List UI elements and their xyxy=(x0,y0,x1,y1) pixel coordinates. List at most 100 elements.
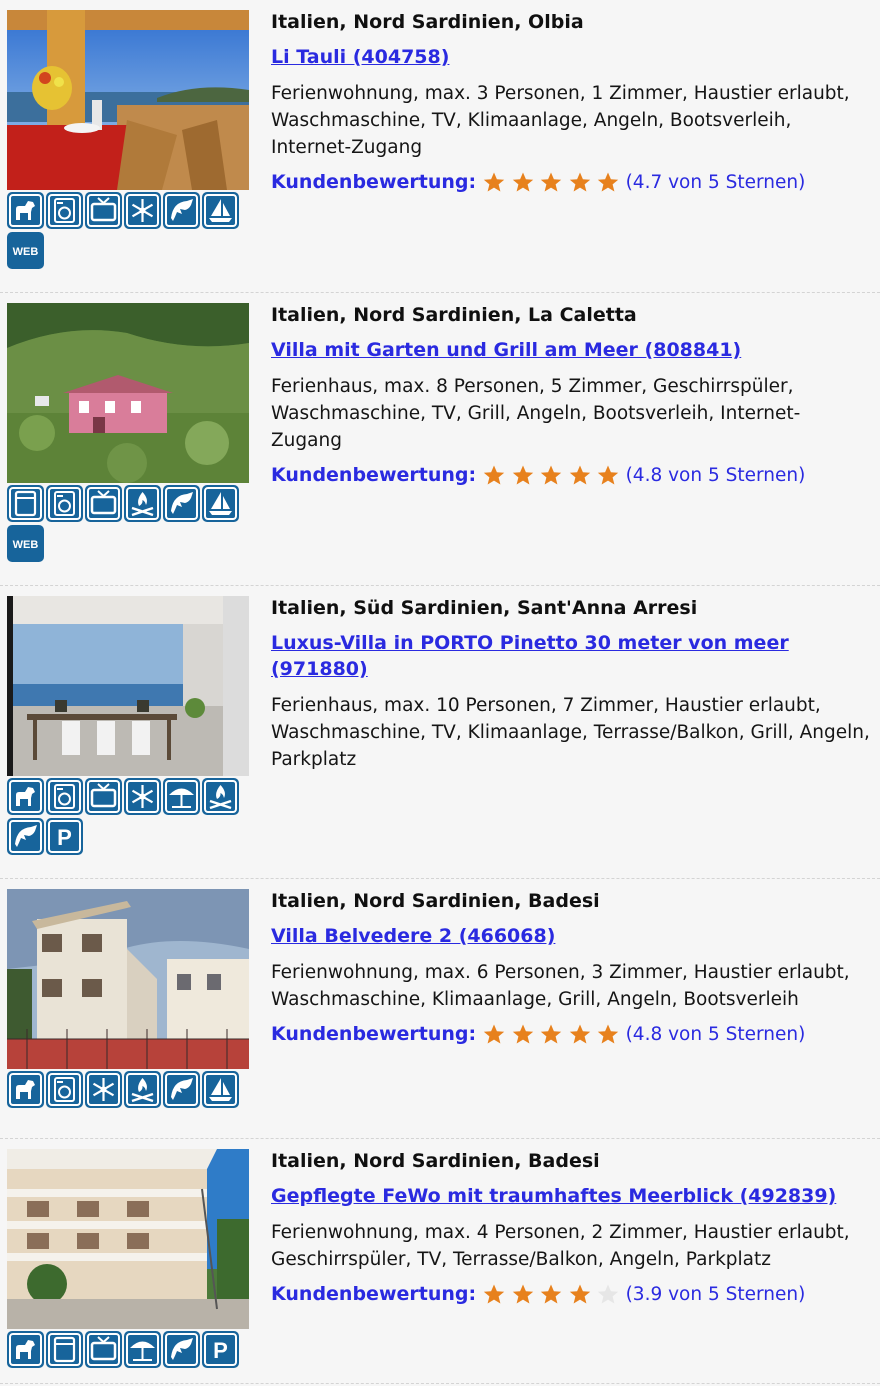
listing-description: Ferienwohnung, max. 3 Personen, 1 Zimmer… xyxy=(271,83,850,158)
rating-text: (3.9 von 5 Sternen) xyxy=(625,1283,806,1305)
fishing-icon xyxy=(163,192,200,229)
star-filled-icon xyxy=(482,1023,506,1045)
listing-description: Ferienwohnung, max. 6 Personen, 3 Zimmer… xyxy=(271,962,850,1010)
star-filled-icon xyxy=(482,1283,506,1305)
customer-rating: Kundenbewertung: (3.9 von 5 Sternen) xyxy=(271,1281,870,1307)
listing-photo[interactable] xyxy=(7,303,249,483)
grill-icon xyxy=(124,485,161,522)
rating-text: (4.8 von 5 Sternen) xyxy=(625,464,806,486)
listing-photo[interactable] xyxy=(7,1149,249,1329)
listing-info: Italien, Süd Sardinien, Sant'Anna Arresi… xyxy=(271,596,870,773)
pet-icon xyxy=(7,778,44,815)
listing-card: Italien, Nord Sardinien, Badesi Villa Be… xyxy=(0,889,880,1139)
star-filled-icon xyxy=(511,171,535,193)
listing-info: Italien, Nord Sardinien, Badesi Gepflegt… xyxy=(271,1149,870,1307)
rating-stars xyxy=(482,1023,625,1045)
customer-rating: Kundenbewertung: (4.8 von 5 Sternen) xyxy=(271,462,870,488)
terrace-icon xyxy=(124,1331,161,1368)
listing-description: Ferienhaus, max. 8 Personen, 5 Zimmer, G… xyxy=(271,376,801,451)
pet-icon xyxy=(7,1331,44,1368)
customer-rating: Kundenbewertung: (4.7 von 5 Sternen) xyxy=(271,169,870,195)
washing-machine-icon xyxy=(46,485,83,522)
listing-photo[interactable] xyxy=(7,10,249,190)
parking-icon: P xyxy=(46,818,83,855)
listing-card: P Italien, Süd Sardinien, Sant'Anna Arre… xyxy=(0,596,880,879)
listing-photo[interactable] xyxy=(7,889,249,1069)
parking-icon: P xyxy=(202,1331,239,1368)
svg-text:P: P xyxy=(57,825,72,850)
rating-label: Kundenbewertung: xyxy=(271,171,477,193)
listing-location: Italien, Nord Sardinien, Olbia xyxy=(271,11,584,33)
star-filled-icon xyxy=(596,464,620,486)
listing-title-link[interactable]: Luxus-Villa in PORTO Pinetto 30 meter vo… xyxy=(271,630,870,682)
svg-text:P: P xyxy=(213,1338,228,1363)
listing-description: Ferienhaus, max. 10 Personen, 7 Zimmer, … xyxy=(271,695,870,770)
star-filled-icon xyxy=(568,171,592,193)
listing-card: P Italien, Nord Sardinien, Badesi Gepfle… xyxy=(0,1149,880,1384)
listing-location: Italien, Süd Sardinien, Sant'Anna Arresi xyxy=(271,597,698,619)
grill-icon xyxy=(124,1071,161,1108)
washing-machine-icon xyxy=(46,778,83,815)
listing-info: Italien, Nord Sardinien, Badesi Villa Be… xyxy=(271,889,870,1047)
amenity-icons xyxy=(7,1071,249,1111)
grill-icon xyxy=(202,778,239,815)
customer-rating: Kundenbewertung: (4.8 von 5 Sternen) xyxy=(271,1021,870,1047)
listing-info: Italien, Nord Sardinien, La Caletta Vill… xyxy=(271,303,870,488)
rating-stars xyxy=(482,464,625,486)
tv-icon xyxy=(85,1331,122,1368)
pet-icon xyxy=(7,192,44,229)
rating-label: Kundenbewertung: xyxy=(271,464,477,486)
star-empty-icon xyxy=(596,1283,620,1305)
air-conditioning-icon xyxy=(124,192,161,229)
boat-rental-icon xyxy=(202,192,239,229)
rating-label: Kundenbewertung: xyxy=(271,1283,477,1305)
listing-title-link[interactable]: Li Tauli (404758) xyxy=(271,44,870,70)
listing-title-link[interactable]: Villa mit Garten und Grill am Meer (8088… xyxy=(271,337,870,363)
star-filled-icon xyxy=(511,1283,535,1305)
star-filled-icon xyxy=(511,1023,535,1045)
listing-description: Ferienwohnung, max. 4 Personen, 2 Zimmer… xyxy=(271,1222,850,1270)
listing-title-link[interactable]: Gepflegte FeWo mit traumhaftes Meerblick… xyxy=(271,1183,870,1209)
listing-location: Italien, Nord Sardinien, La Caletta xyxy=(271,304,637,326)
tv-icon xyxy=(85,778,122,815)
listing-card: WEB Italien, Nord Sardinien, La Caletta … xyxy=(0,303,880,586)
svg-text:WEB: WEB xyxy=(13,246,39,258)
rating-stars xyxy=(482,171,625,193)
star-filled-icon xyxy=(539,464,563,486)
star-filled-icon xyxy=(568,1283,592,1305)
star-filled-icon xyxy=(482,171,506,193)
washing-machine-icon xyxy=(46,1071,83,1108)
fishing-icon xyxy=(163,485,200,522)
amenity-icons: P xyxy=(7,778,249,858)
star-filled-icon xyxy=(596,171,620,193)
boat-rental-icon xyxy=(202,485,239,522)
amenity-icons: WEB xyxy=(7,485,249,565)
listing-photo[interactable] xyxy=(7,596,249,776)
fishing-icon xyxy=(163,1071,200,1108)
amenity-icons: WEB xyxy=(7,192,249,272)
tv-icon xyxy=(85,192,122,229)
rating-stars xyxy=(482,1283,625,1305)
dishwasher-icon xyxy=(7,485,44,522)
amenity-icons: P xyxy=(7,1331,249,1371)
star-filled-icon xyxy=(511,464,535,486)
rating-text: (4.7 von 5 Sternen) xyxy=(625,171,806,193)
listing-location: Italien, Nord Sardinien, Badesi xyxy=(271,890,600,912)
pet-icon xyxy=(7,1071,44,1108)
listing-location: Italien, Nord Sardinien, Badesi xyxy=(271,1150,600,1172)
air-conditioning-icon xyxy=(124,778,161,815)
air-conditioning-icon xyxy=(85,1071,122,1108)
star-filled-icon xyxy=(568,1023,592,1045)
fishing-icon xyxy=(163,1331,200,1368)
listing-title-link[interactable]: Villa Belvedere 2 (466068) xyxy=(271,923,870,949)
listing-info: Italien, Nord Sardinien, Olbia Li Tauli … xyxy=(271,10,870,195)
rating-label: Kundenbewertung: xyxy=(271,1023,477,1045)
tv-icon xyxy=(85,485,122,522)
boat-rental-icon xyxy=(202,1071,239,1108)
rating-text: (4.8 von 5 Sternen) xyxy=(625,1023,806,1045)
washing-machine-icon xyxy=(46,192,83,229)
star-filled-icon xyxy=(482,464,506,486)
internet-icon: WEB xyxy=(7,525,44,562)
fishing-icon xyxy=(7,818,44,855)
star-filled-icon xyxy=(596,1023,620,1045)
